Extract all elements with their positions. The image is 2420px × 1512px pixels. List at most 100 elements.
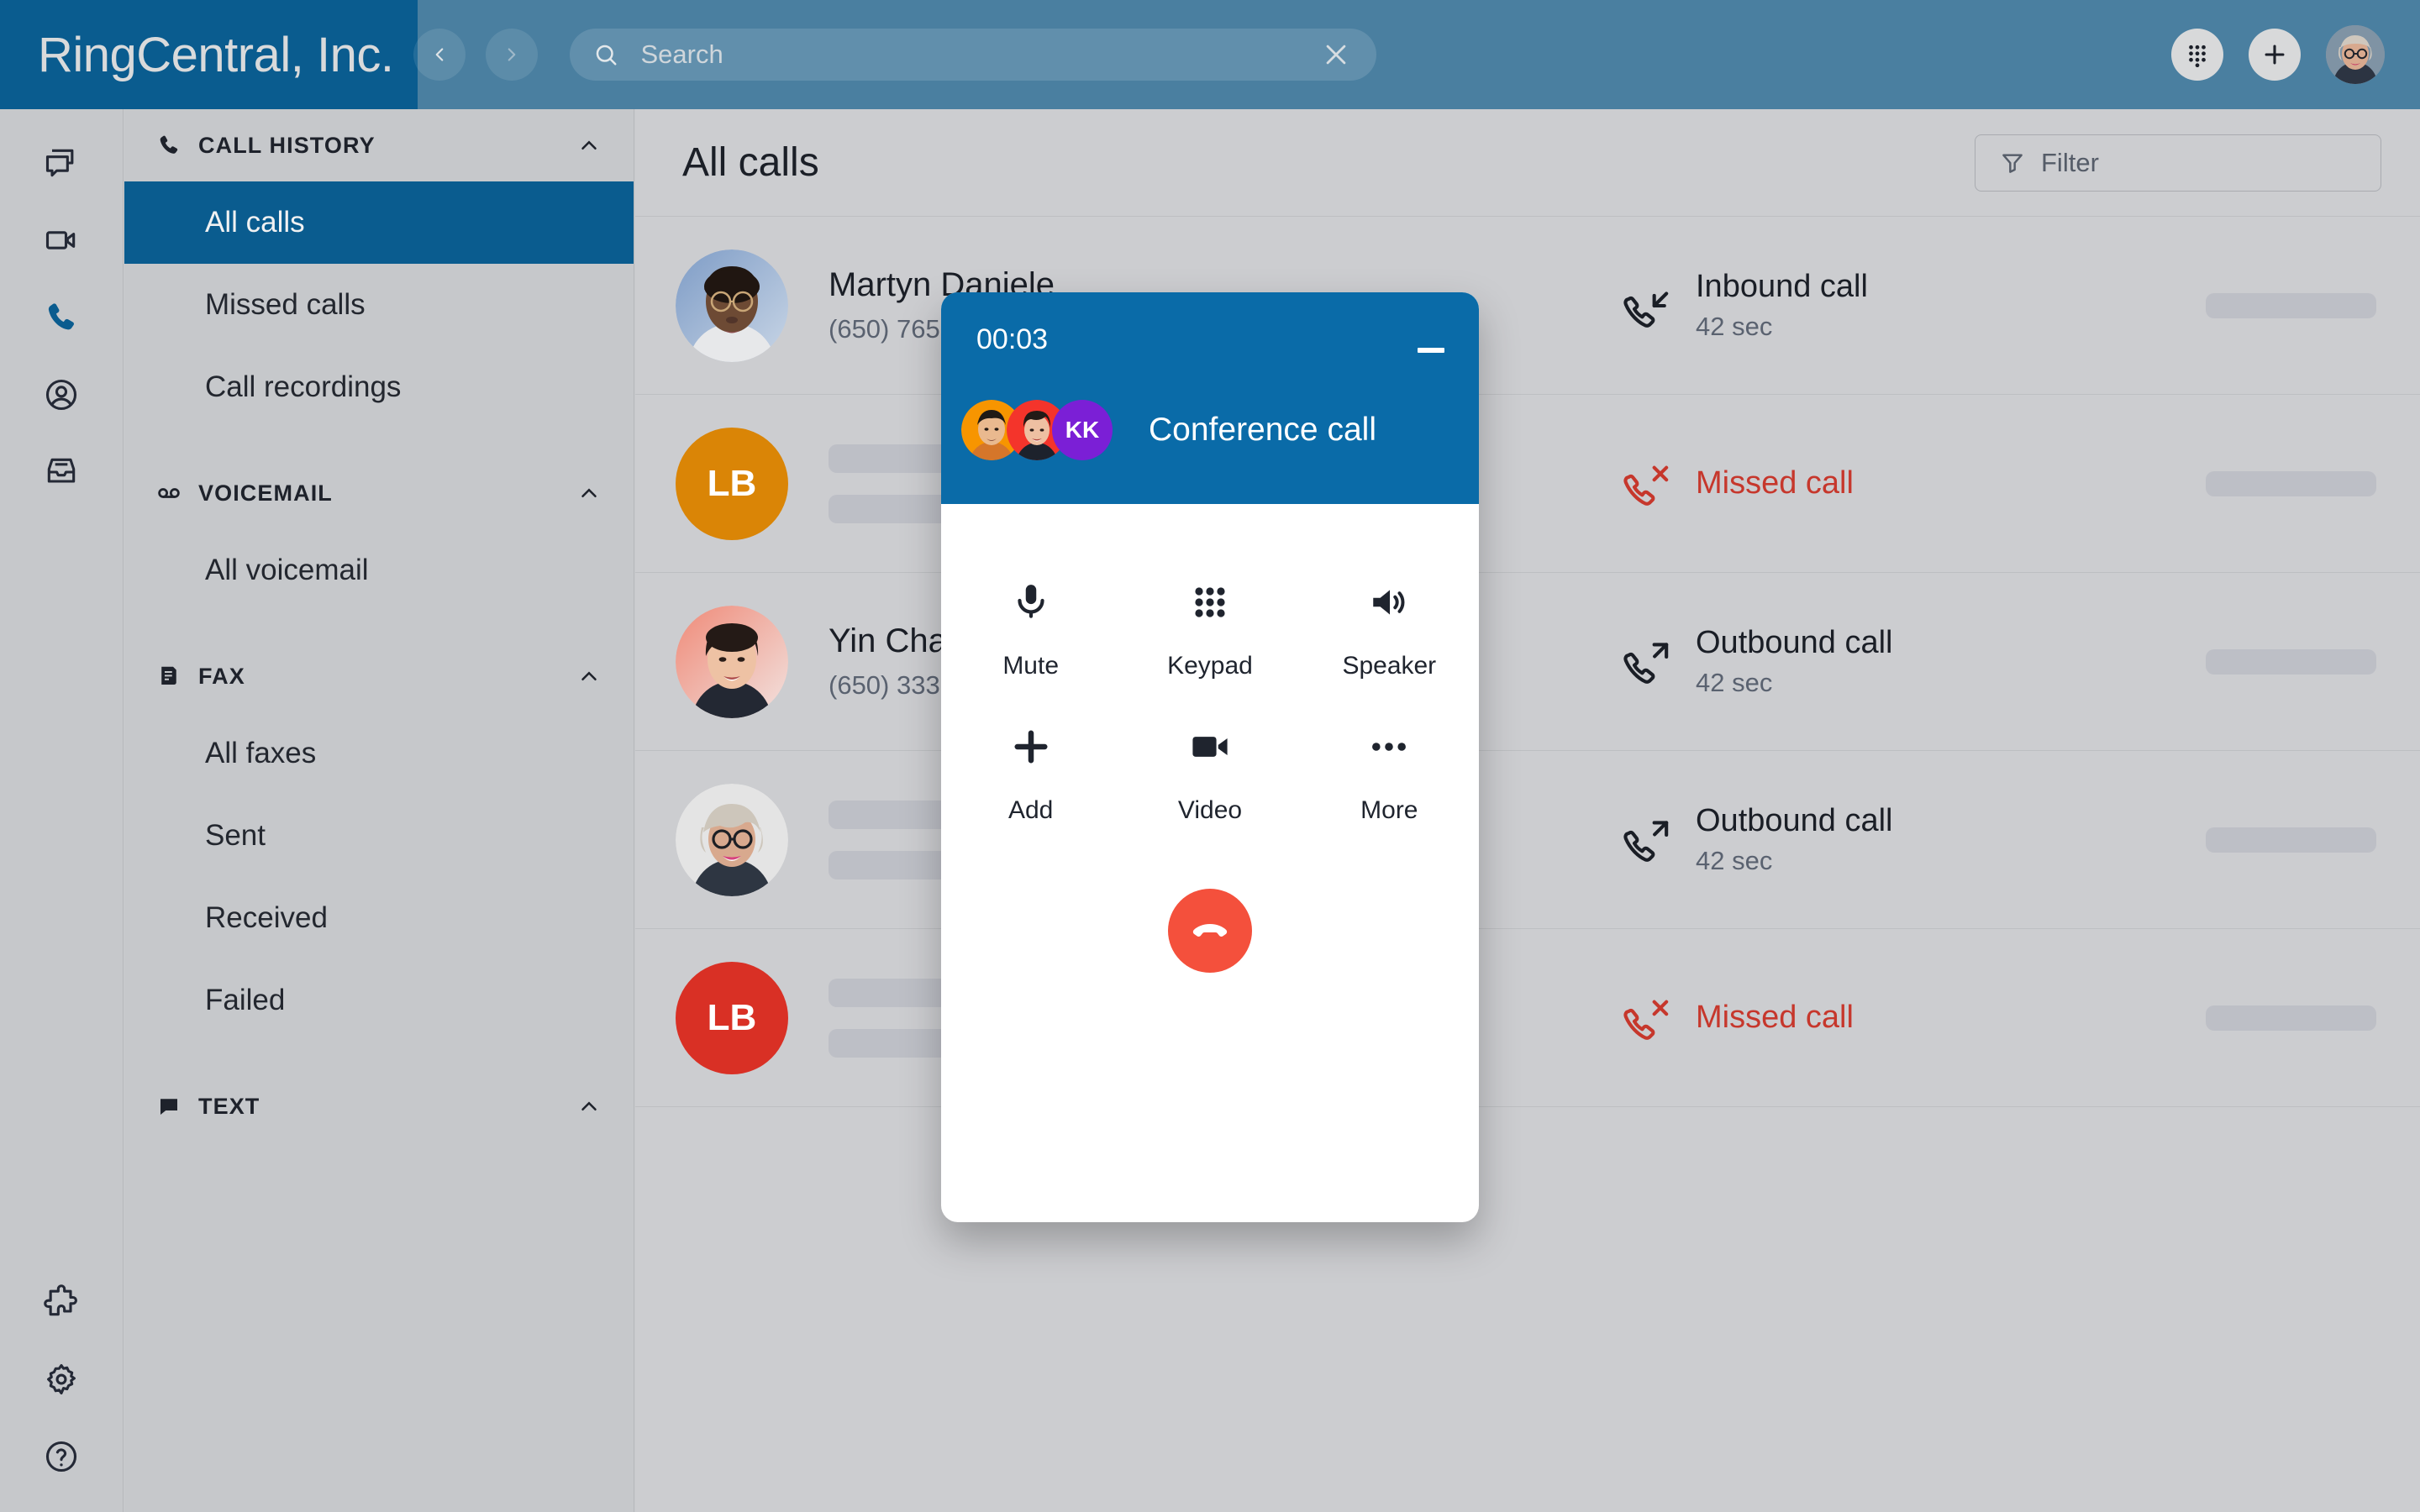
- call-controls: Mute Keypad Speaker Add Video More: [941, 575, 1479, 825]
- minimize-button[interactable]: [1413, 333, 1449, 368]
- phone-icon: [155, 131, 183, 160]
- video-button[interactable]: Video: [1120, 719, 1299, 825]
- rail-item-video[interactable]: [41, 220, 82, 260]
- avatar-photo-woman-asian: [676, 605, 788, 718]
- control-label: More: [1360, 796, 1418, 824]
- clear-search-button[interactable]: [1319, 38, 1353, 71]
- table-row[interactable]: Yin Chan (650) 333-1 Outbound call 42 se…: [635, 573, 2420, 751]
- participant-avatar: KK: [1052, 400, 1113, 460]
- search-bar[interactable]: [570, 29, 1377, 81]
- sidebar-item-label: All voicemail: [205, 554, 369, 586]
- avatar-image: [2326, 25, 2385, 84]
- avatar-initials: LB: [707, 996, 757, 1038]
- chevron-up-icon[interactable]: [576, 664, 602, 689]
- gear-icon: [47, 1363, 76, 1395]
- phone-inbound-icon: [1620, 280, 1672, 332]
- hangup-button[interactable]: [1168, 889, 1252, 973]
- table-row[interactable]: Outbound call 42 sec: [635, 751, 2420, 929]
- chevron-up-icon[interactable]: [576, 133, 602, 158]
- microphone-icon: [1010, 575, 1052, 630]
- table-row[interactable]: LB Missed call: [635, 395, 2420, 573]
- rail-item-message[interactable]: [41, 143, 82, 183]
- phone-missed-icon: [1620, 458, 1672, 510]
- voicemail-icon: [155, 479, 183, 507]
- nav-rail-bottom: [0, 1282, 123, 1477]
- fax-document-icon: [155, 662, 183, 690]
- sidebar-item-call-recordings[interactable]: Call recordings: [124, 346, 634, 428]
- sidebar-section-call-history[interactable]: CALL HISTORY: [124, 109, 634, 181]
- call-dialog-body: Mute Keypad Speaker Add Video More: [941, 504, 1479, 973]
- phone-outbound-icon: [1620, 814, 1672, 866]
- sidebar-item-sent[interactable]: Sent: [124, 795, 634, 877]
- hangup-area: [941, 889, 1479, 973]
- sidebar-item-missed-calls[interactable]: Missed calls: [124, 264, 634, 346]
- rail-item-settings[interactable]: [41, 1359, 82, 1399]
- dialpad-button[interactable]: [2171, 29, 2223, 81]
- chevron-right-icon: [508, 48, 516, 61]
- search-input[interactable]: [640, 39, 1320, 70]
- mute-button[interactable]: Mute: [941, 575, 1120, 680]
- close-icon: [1327, 45, 1346, 65]
- table-row[interactable]: LB Missed call: [635, 929, 2420, 1107]
- sidebar-item-label: Failed: [205, 984, 286, 1016]
- sidebar-section-voicemail[interactable]: VOICEMAIL: [124, 457, 634, 529]
- call-dialog-header: 00:03 KK Conference call: [941, 292, 1479, 504]
- rail-item-apps[interactable]: [41, 1282, 82, 1322]
- add-call-button[interactable]: Add: [941, 719, 1120, 825]
- row-meta: [2191, 827, 2376, 853]
- phone-icon: [48, 303, 74, 330]
- app-title: RingCentral, Inc.: [38, 27, 394, 82]
- speaker-button[interactable]: Speaker: [1300, 575, 1479, 680]
- rail-item-inbox[interactable]: [41, 452, 82, 492]
- chevron-up-icon[interactable]: [576, 1094, 602, 1119]
- sidebar-item-all-faxes[interactable]: All faxes: [124, 712, 634, 795]
- forward-button[interactable]: [486, 29, 539, 81]
- rail-item-phone[interactable]: [41, 297, 82, 338]
- sidebar-item-label: All faxes: [205, 737, 317, 769]
- call-type-text: Outbound call 42 sec: [1696, 625, 1893, 698]
- row-meta: [2191, 470, 2376, 496]
- phone-missed-icon: [1620, 992, 1672, 1044]
- call-duration: 42 sec: [1696, 846, 1773, 875]
- filter-label: Filter: [2041, 147, 2099, 177]
- row-meta: [2191, 1005, 2376, 1031]
- chevron-up-icon[interactable]: [576, 480, 602, 506]
- row-meta: [2191, 292, 2376, 318]
- sidebar-section-text[interactable]: TEXT: [124, 1070, 634, 1142]
- dialpad-icon: [1190, 575, 1230, 630]
- sidebar-section-label: CALL HISTORY: [198, 132, 376, 158]
- sidebar-item-all-calls[interactable]: All calls: [124, 181, 634, 264]
- main-header: All calls Filter: [635, 109, 2420, 217]
- active-call-dialog: 00:03 KK Conference call Mute Keypad Spe…: [941, 292, 1479, 1222]
- dialpad-icon: [2189, 45, 2206, 67]
- call-duration: 42 sec: [1696, 668, 1773, 697]
- filter-button[interactable]: Filter: [1975, 134, 2381, 192]
- row-meta: [2191, 648, 2376, 675]
- control-label: Keypad: [1167, 652, 1253, 680]
- question-circle-icon: [45, 1441, 77, 1473]
- rail-item-help[interactable]: [41, 1436, 82, 1477]
- call-duration: 42 sec: [1696, 312, 1773, 341]
- more-button[interactable]: More: [1300, 719, 1479, 825]
- keypad-button[interactable]: Keypad: [1120, 575, 1299, 680]
- sidebar-item-received[interactable]: Received: [124, 877, 634, 959]
- table-row[interactable]: Martyn Daniele (650) 765-4 Inbound call …: [635, 217, 2420, 395]
- call-type: Inbound call 42 sec: [1620, 269, 2191, 342]
- nav-rail-top: [0, 109, 123, 492]
- add-button[interactable]: [2249, 29, 2301, 81]
- call-type: Missed call: [1620, 992, 2191, 1044]
- user-avatar[interactable]: [2326, 25, 2385, 84]
- sidebar-item-all-voicemail[interactable]: All voicemail: [124, 529, 634, 612]
- back-button[interactable]: [413, 29, 466, 81]
- avatar: [676, 783, 788, 896]
- call-type: Missed call: [1620, 458, 2191, 510]
- participant-initials: KK: [1065, 417, 1100, 443]
- speaker-icon: [1368, 575, 1410, 630]
- rail-item-contacts[interactable]: [41, 375, 82, 415]
- sidebar-item-failed[interactable]: Failed: [124, 959, 634, 1042]
- sidebar-section-fax[interactable]: FAX: [124, 640, 634, 712]
- call-title: Conference call: [1149, 412, 1376, 448]
- sidebar-section-label: VOICEMAIL: [198, 480, 333, 506]
- control-label: Speaker: [1342, 652, 1437, 680]
